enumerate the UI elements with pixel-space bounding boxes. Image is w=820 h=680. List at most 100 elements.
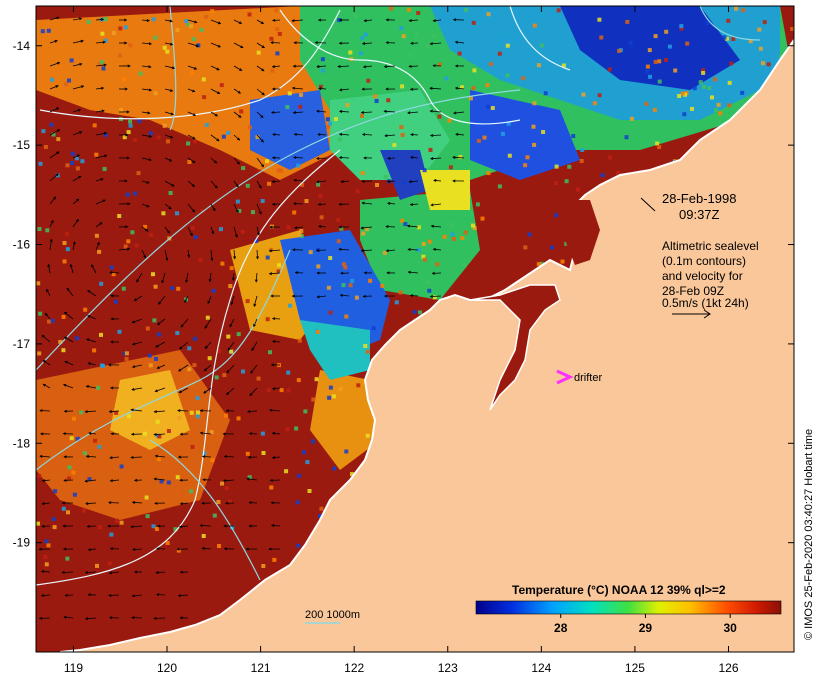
sst-pixel xyxy=(325,117,330,122)
sst-pixel xyxy=(124,351,129,356)
sst-pixel xyxy=(401,181,406,186)
sst-pixel xyxy=(350,278,355,283)
sst-pixel xyxy=(338,386,343,391)
sst-pixel xyxy=(245,183,250,188)
sst-pixel xyxy=(497,184,502,189)
sst-pixel xyxy=(354,295,359,300)
sst-pixel xyxy=(224,413,229,418)
sst-pixel xyxy=(394,300,399,305)
x-tick-label: 121 xyxy=(251,661,271,675)
sst-pixel xyxy=(261,451,266,455)
sst-pixel xyxy=(109,265,114,270)
sst-pixel xyxy=(303,409,308,414)
sst-pixel xyxy=(664,29,669,34)
sst-pixel xyxy=(536,63,541,68)
sst-pixel xyxy=(130,230,135,235)
sst-pixel xyxy=(702,85,706,89)
sst-pixel xyxy=(92,123,97,128)
sst-pixel xyxy=(153,35,158,40)
sst-pixel xyxy=(44,562,49,567)
sst-pixel xyxy=(757,27,762,32)
sst-pixel xyxy=(46,28,51,33)
altimetry-line-3: and velocity for xyxy=(662,269,743,283)
date-label: 28-Feb-1998 xyxy=(662,191,736,206)
sst-pixel xyxy=(597,93,602,98)
sst-pixel xyxy=(521,76,526,81)
sst-pixel xyxy=(119,520,124,525)
sst-pixel xyxy=(41,129,46,134)
sst-pixel xyxy=(400,84,405,89)
sst-pixel xyxy=(348,283,353,288)
sst-pixel xyxy=(543,91,548,96)
sst-pixel xyxy=(64,232,69,237)
sst-pixel xyxy=(217,544,221,548)
sst-pixel xyxy=(422,168,427,173)
sst-pixel xyxy=(184,19,189,24)
sst-pixel xyxy=(210,9,215,14)
sst-pixel xyxy=(193,336,198,341)
sst-pixel xyxy=(314,377,319,382)
sst-pixel xyxy=(581,92,586,97)
sst-pixel xyxy=(398,290,403,295)
sst-pixel xyxy=(65,556,70,561)
sst-pixel xyxy=(361,231,366,236)
sst-pixel xyxy=(480,216,485,221)
sst-pixel xyxy=(523,245,528,250)
sst-pixel xyxy=(204,123,209,127)
sst-pixel xyxy=(269,485,274,490)
sst-pixel xyxy=(38,311,43,316)
sst-pixel xyxy=(121,286,126,291)
x-tick-label: 124 xyxy=(531,661,551,675)
sst-pixel xyxy=(341,283,346,288)
sst-pixel xyxy=(371,326,376,331)
sst-pixel xyxy=(124,356,129,361)
sst-pixel xyxy=(204,14,209,19)
sst-pixel xyxy=(148,131,153,136)
x-tick-label: 126 xyxy=(718,661,738,675)
sst-pixel xyxy=(408,53,413,58)
sst-pixel xyxy=(224,486,229,491)
sst-pixel xyxy=(628,41,633,45)
sst-pixel xyxy=(207,356,212,361)
sst-pixel xyxy=(266,388,271,393)
sst-pixel xyxy=(175,475,180,480)
colorbar-tick-label: 29 xyxy=(639,621,653,635)
sst-pixel xyxy=(61,348,66,353)
sst-pixel xyxy=(337,137,342,142)
sst-pixel xyxy=(363,32,368,37)
sst-pixel xyxy=(36,281,41,286)
sst-pixel xyxy=(523,163,528,168)
sst-pixel xyxy=(228,284,233,289)
sst-pixel xyxy=(261,564,266,568)
sst-pixel xyxy=(437,114,442,119)
sst-pixel xyxy=(320,57,325,62)
y-tick-label: -19 xyxy=(13,536,31,550)
sst-pixel xyxy=(305,460,310,465)
sst-pixel xyxy=(431,33,436,38)
sst-pixel xyxy=(426,280,430,285)
sst-pixel xyxy=(740,90,745,95)
sst-pixel xyxy=(83,307,88,312)
sst-pixel xyxy=(82,508,86,513)
sst-pixel xyxy=(442,234,447,239)
sst-pixel xyxy=(212,513,217,518)
colorbar-tick-label: 28 xyxy=(554,621,568,635)
sst-pixel xyxy=(600,173,605,178)
sst-pixel xyxy=(94,233,99,238)
sst-pixel xyxy=(579,159,584,163)
sst-pixel xyxy=(485,83,490,88)
velocity-arrow-icon xyxy=(131,456,143,458)
sst-pixel xyxy=(49,122,54,127)
sst-pixel xyxy=(196,410,200,415)
y-tick-label: -15 xyxy=(13,138,31,152)
sst-pixel xyxy=(265,159,270,164)
sst-pixel xyxy=(328,385,333,390)
sst-pixel xyxy=(274,8,279,13)
sst-pixel xyxy=(50,318,55,323)
sst-pixel xyxy=(366,78,371,83)
sst-pixel xyxy=(716,102,721,107)
sst-pixel xyxy=(714,108,718,113)
sst-pixel xyxy=(680,91,685,96)
sst-pixel xyxy=(761,61,765,66)
sst-pixel xyxy=(452,236,456,241)
